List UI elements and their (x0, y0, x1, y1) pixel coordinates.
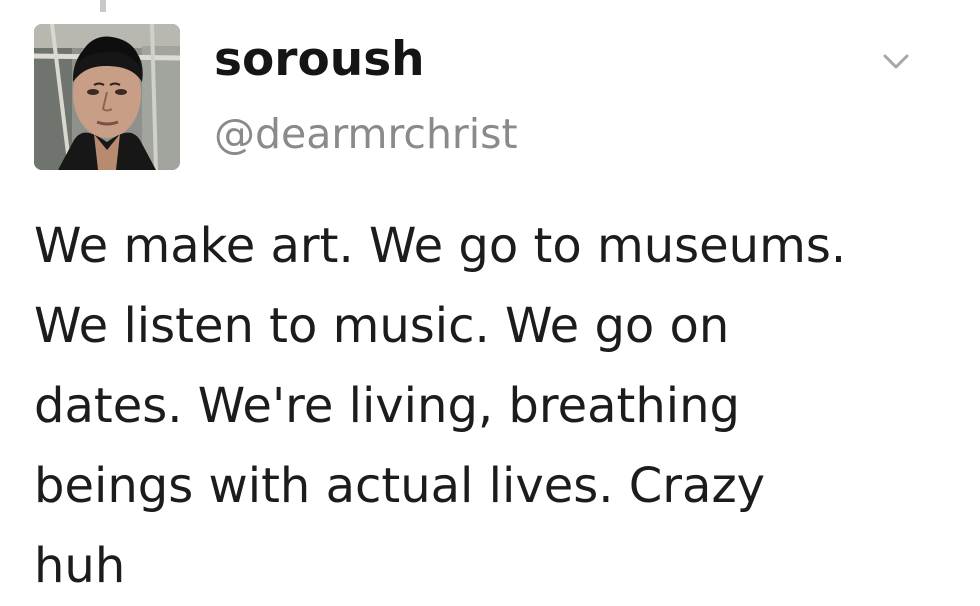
top-divider-mark (100, 0, 106, 12)
chevron-down-icon[interactable] (880, 50, 912, 74)
display-name[interactable]: soroush (214, 36, 425, 83)
avatar[interactable] (34, 24, 180, 170)
tweet-card: soroush @dearmrchrist We make art. We go… (0, 0, 980, 601)
username[interactable]: @dearmrchrist (214, 114, 518, 155)
tweet-text: We make art. We go to museums. We listen… (34, 218, 847, 594)
